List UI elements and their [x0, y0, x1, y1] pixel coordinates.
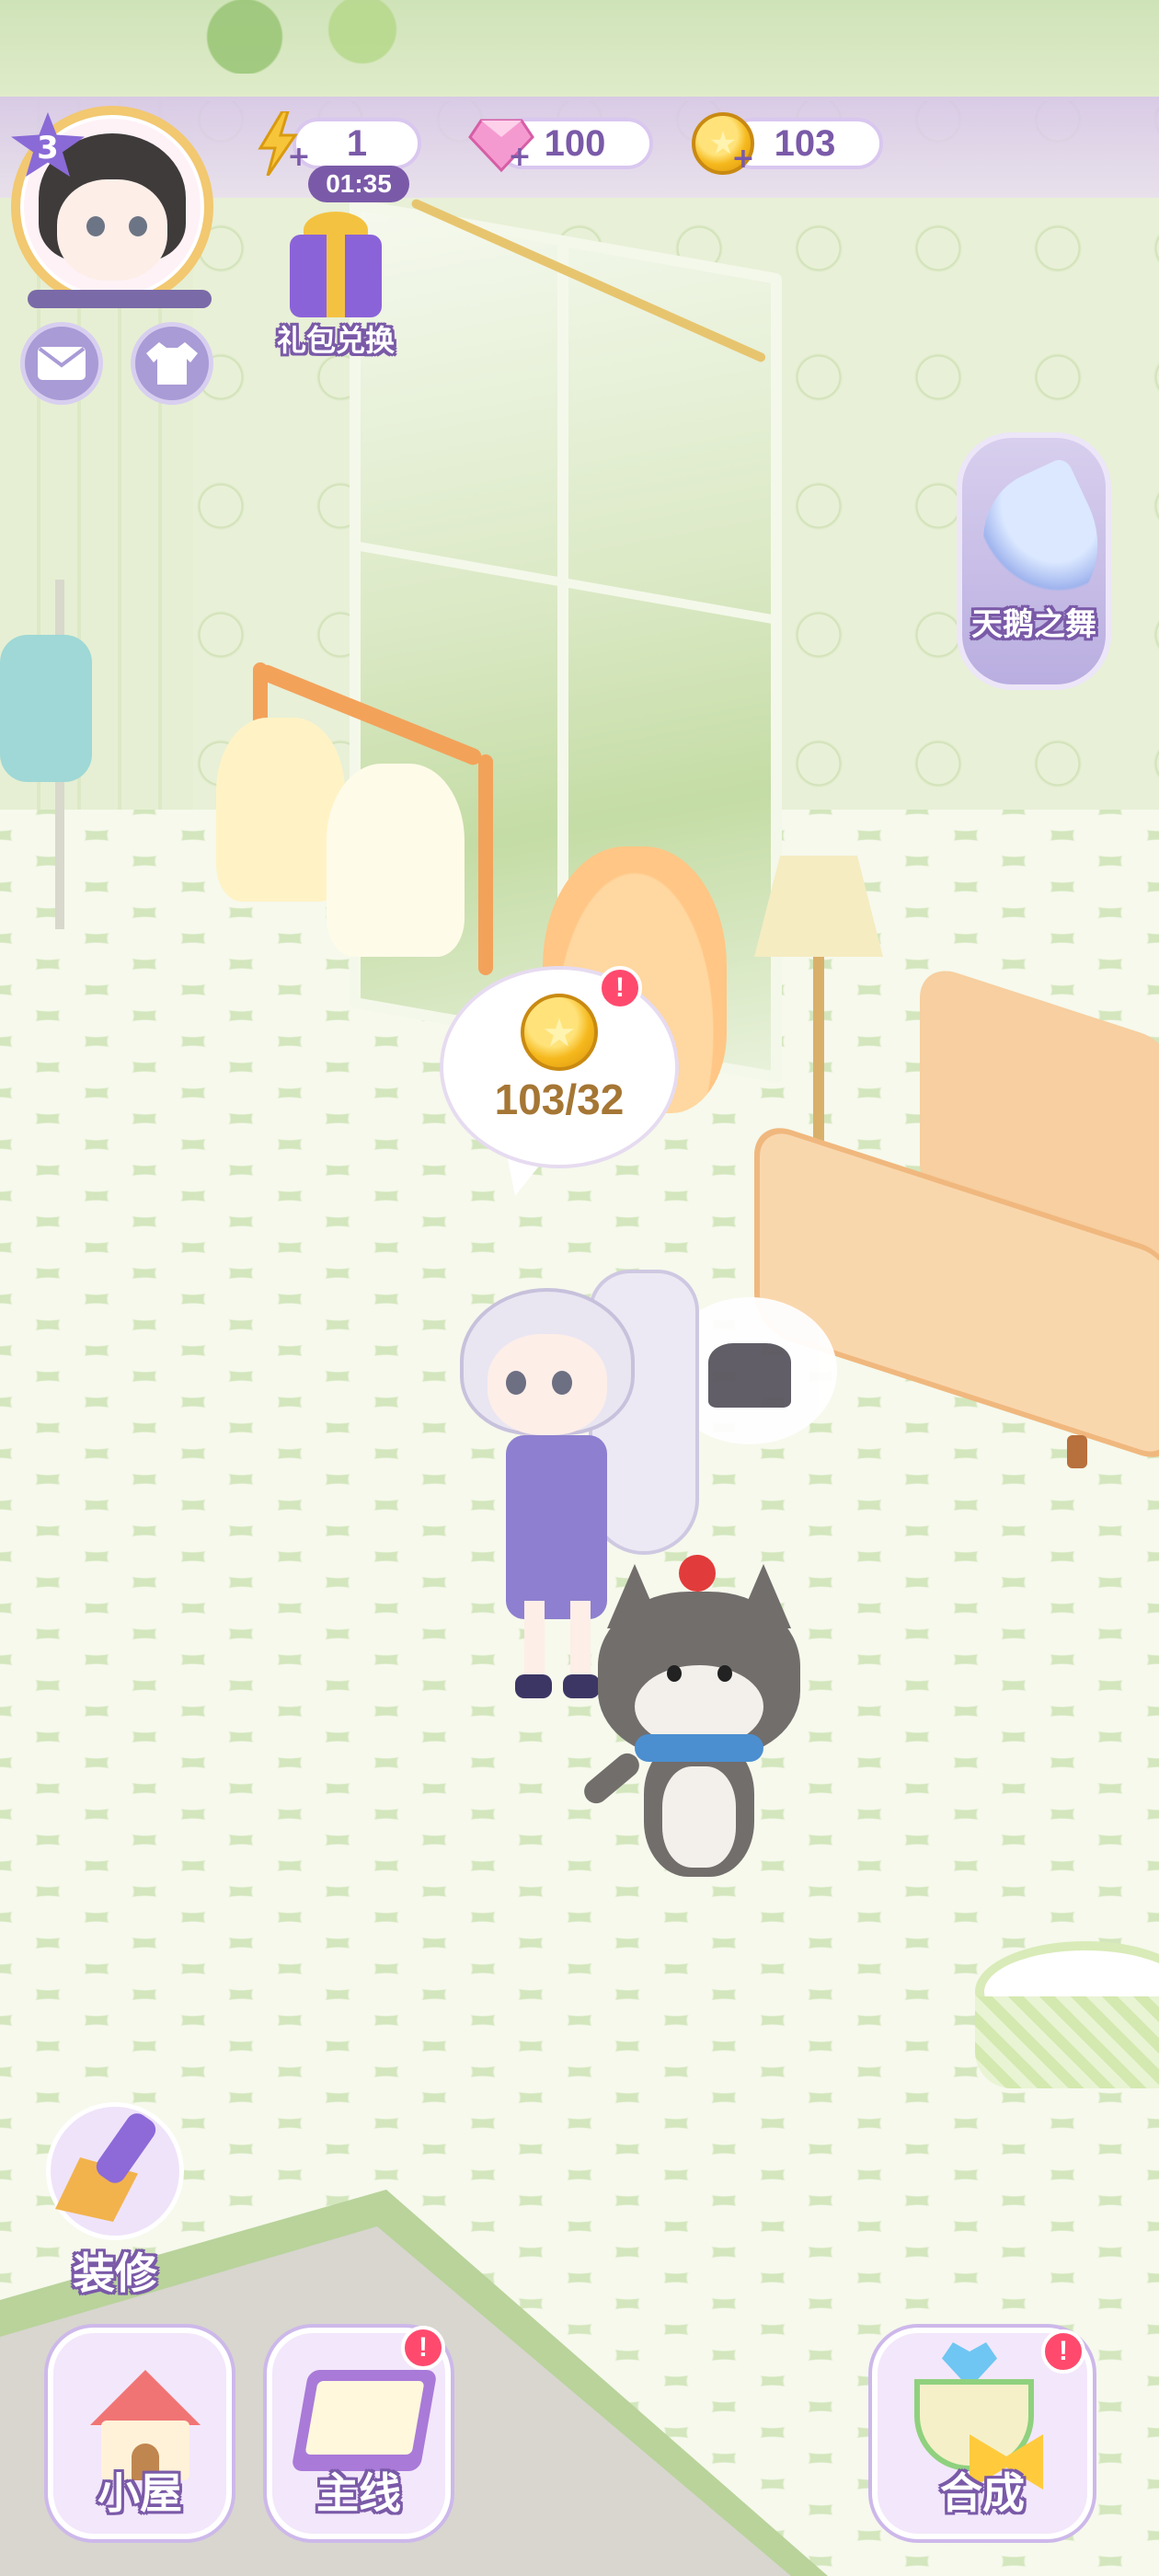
nav-merge-label: 合成: [940, 2468, 1025, 2518]
coat-stand[interactable]: [0, 580, 110, 957]
energy-value: 1: [346, 122, 368, 164]
gem-value: 100: [544, 122, 606, 164]
experience-bar: [28, 290, 212, 308]
nav-cottage-label: 小屋: [98, 2468, 182, 2518]
coin-collect-bubble[interactable]: ★ 103/32 !: [440, 966, 679, 1196]
alert-badge: !: [401, 2326, 445, 2370]
hanging-vines: [156, 0, 451, 74]
energy-counter[interactable]: 1: [293, 118, 421, 169]
sofa[interactable]: [754, 960, 1159, 1500]
decorate-label: 装修: [73, 2248, 157, 2298]
gift-redeem-label: 礼包兑换: [276, 323, 395, 358]
gift-redeem-button[interactable]: 礼包兑换: [267, 207, 405, 363]
event-label: 天鹅之舞: [971, 606, 1096, 643]
decorate-button[interactable]: 装修: [37, 2102, 193, 2305]
alert-badge: !: [598, 966, 642, 1010]
add-gems-button[interactable]: +: [508, 144, 532, 171]
coin-icon: ★: [521, 994, 598, 1071]
swan-dance-event-button[interactable]: 天鹅之舞: [957, 432, 1124, 690]
nav-cottage-button[interactable]: 小屋: [48, 2328, 232, 2539]
coin-value: 103: [774, 122, 836, 164]
round-table[interactable]: [975, 1932, 1159, 2208]
nav-main-story-button[interactable]: 主线 !: [267, 2326, 451, 2539]
mail-button[interactable]: [20, 322, 103, 405]
shirt-icon: [146, 342, 198, 385]
envelope-icon: [38, 347, 86, 380]
coin-collect-text: 103/32: [494, 1075, 625, 1123]
wardrobe-button[interactable]: [131, 322, 213, 405]
nav-merge-button[interactable]: 合成 !: [872, 2328, 1093, 2539]
book-icon: [291, 2370, 438, 2471]
add-energy-button[interactable]: +: [287, 144, 311, 171]
level-value: 3: [37, 130, 59, 167]
alert-badge: !: [1041, 2329, 1085, 2374]
pet-cat[interactable]: [579, 1555, 809, 1895]
add-coins-button[interactable]: +: [731, 145, 755, 173]
clothing-rack[interactable]: [198, 635, 547, 984]
cherry-icon: [679, 1555, 716, 1592]
nav-main-story-label: 主线: [316, 2468, 401, 2518]
energy-timer: 01:35: [308, 166, 409, 202]
